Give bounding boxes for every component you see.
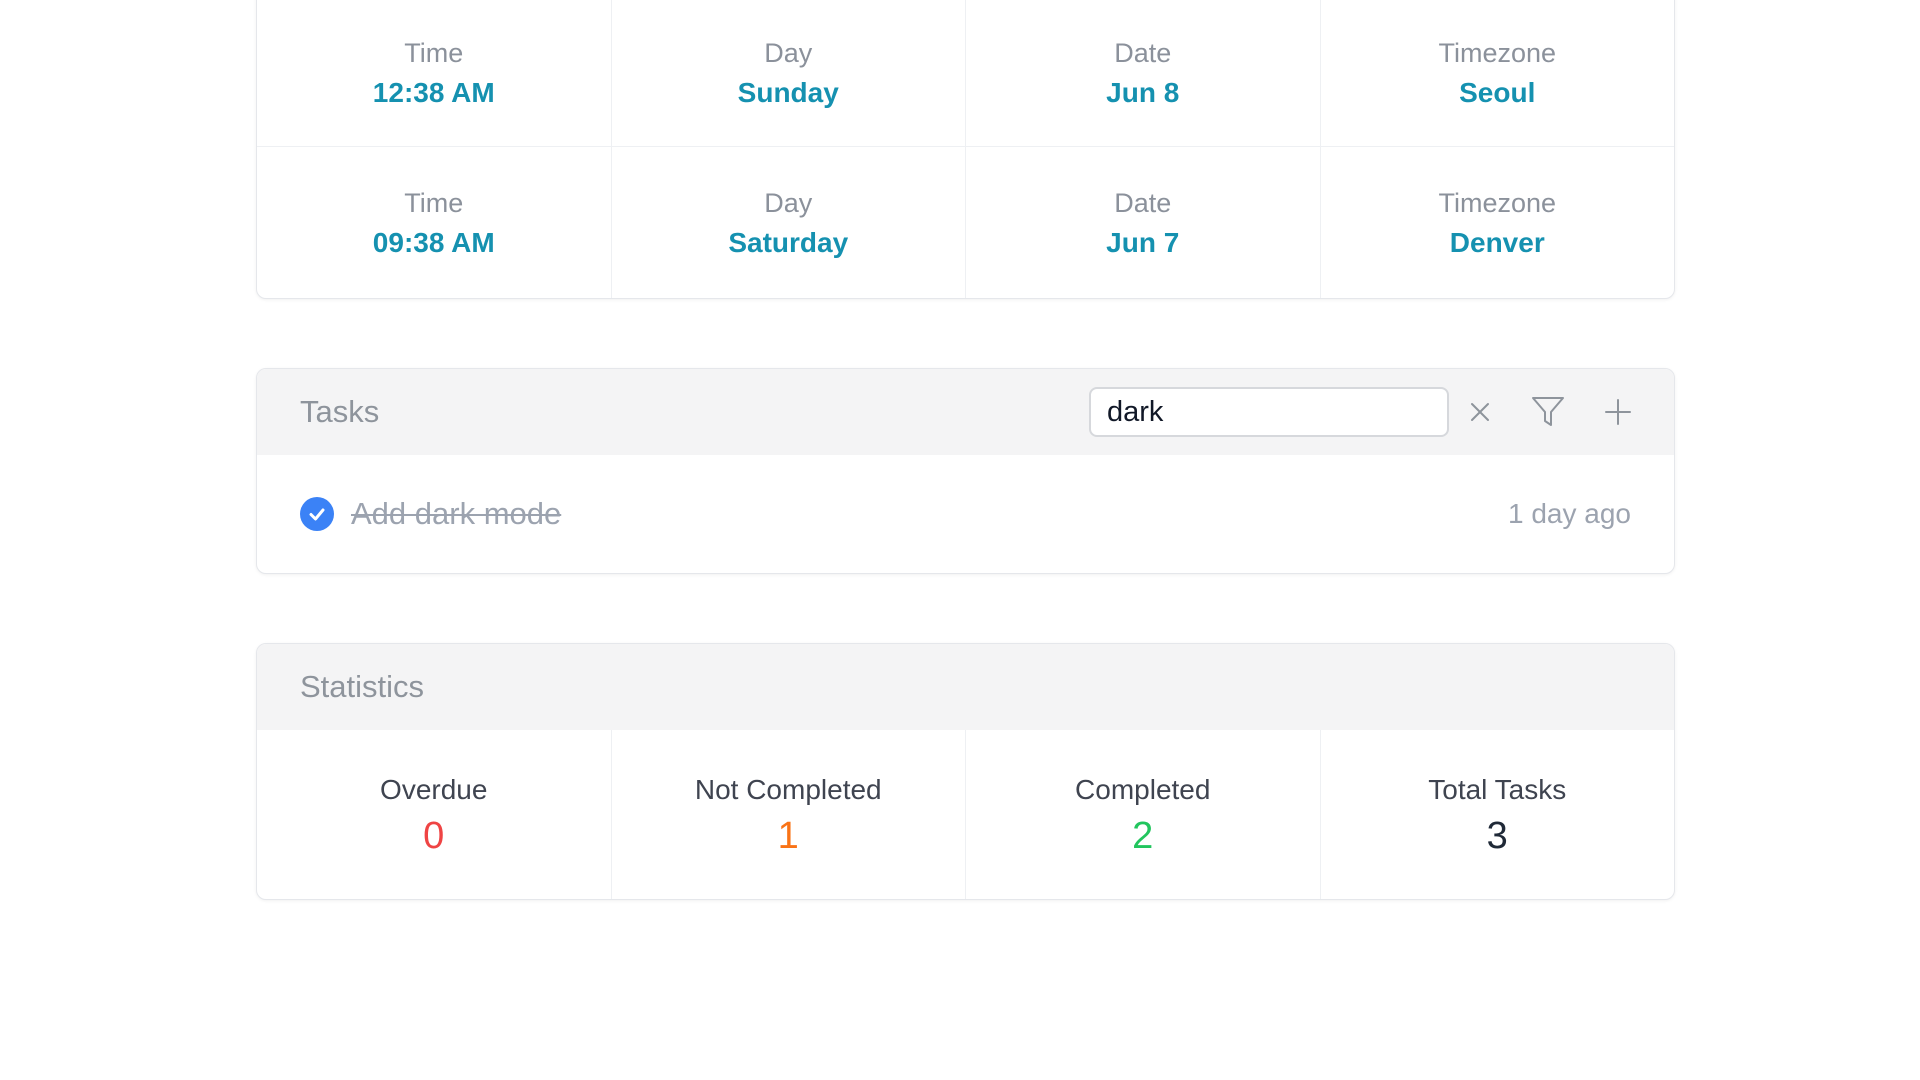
stat-value: 3	[1486, 814, 1508, 857]
stat-value: 0	[423, 814, 445, 857]
date-value: Jun 8	[1106, 76, 1180, 108]
stat-label: Completed	[1075, 773, 1211, 805]
tasks-card: Tasks dark Add dark mode 1 day ago	[256, 368, 1675, 574]
date-cell: Date Jun 7	[965, 147, 1320, 298]
date-label: Date	[1114, 187, 1172, 218]
timezone-label: Timezone	[1438, 187, 1557, 218]
time-label: Time	[404, 37, 464, 68]
timezone-cell: Timezone Denver	[1319, 147, 1675, 298]
clock-row-seoul: Time 12:38 AM Day Sunday Date Jun 8 Time…	[257, 0, 1674, 146]
day-label: Day	[764, 37, 813, 68]
timezone-label: Timezone	[1438, 37, 1557, 68]
statistics-row: Overdue 0 Not Completed 1 Completed 2 To…	[257, 730, 1675, 899]
stat-completed: Completed 2	[965, 730, 1320, 899]
check-circle-icon[interactable]	[300, 497, 334, 531]
date-label: Date	[1114, 37, 1172, 68]
stat-not-completed: Not Completed 1	[610, 730, 966, 899]
time-value: 09:38 AM	[372, 226, 495, 258]
plus-icon[interactable]	[1600, 394, 1636, 430]
tasks-header: Tasks	[257, 369, 1674, 455]
task-item[interactable]: Add dark mode 1 day ago	[257, 455, 1674, 573]
stat-label: Not Completed	[694, 773, 882, 805]
tasks-title: Tasks	[300, 394, 380, 429]
day-cell: Day Saturday	[610, 147, 966, 298]
stat-value: 1	[777, 814, 799, 857]
page: Time 12:38 AM Day Sunday Date Jun 8 Time…	[0, 0, 1920, 1080]
time-value: 12:38 AM	[372, 76, 495, 108]
time-cell: Time 09:38 AM	[257, 147, 611, 298]
timezone-value: Denver	[1449, 226, 1545, 258]
time-label: Time	[404, 187, 464, 218]
statistics-header: Statistics	[257, 644, 1674, 730]
time-cell: Time 12:38 AM	[257, 0, 611, 146]
stat-label: Overdue	[380, 773, 488, 805]
close-icon[interactable]	[1462, 394, 1498, 430]
date-cell: Date Jun 8	[965, 0, 1320, 146]
stat-overdue: Overdue 0	[257, 730, 611, 899]
task-search-input[interactable]	[1089, 387, 1449, 437]
world-clock-card: Time 12:38 AM Day Sunday Date Jun 8 Time…	[256, 0, 1675, 299]
clock-row-denver: Time 09:38 AM Day Saturday Date Jun 7 Ti…	[257, 146, 1675, 298]
date-value: Jun 7	[1106, 226, 1180, 258]
timezone-value: Seoul	[1459, 76, 1536, 108]
statistics-card: Statistics Overdue 0 Not Completed 1 Com…	[256, 643, 1675, 900]
day-label: Day	[764, 187, 813, 218]
statistics-title: Statistics	[300, 669, 425, 704]
stat-value: 2	[1132, 814, 1154, 857]
timezone-cell: Timezone Seoul	[1319, 0, 1675, 146]
stat-total-tasks: Total Tasks 3	[1319, 730, 1675, 899]
day-cell: Day Sunday	[610, 0, 966, 146]
task-label: Add dark mode	[351, 496, 562, 531]
day-value: Sunday	[737, 76, 839, 108]
stat-label: Total Tasks	[1428, 773, 1567, 805]
task-time-ago: 1 day ago	[1508, 498, 1631, 529]
day-value: Saturday	[728, 226, 849, 258]
filter-icon[interactable]	[1530, 394, 1566, 430]
